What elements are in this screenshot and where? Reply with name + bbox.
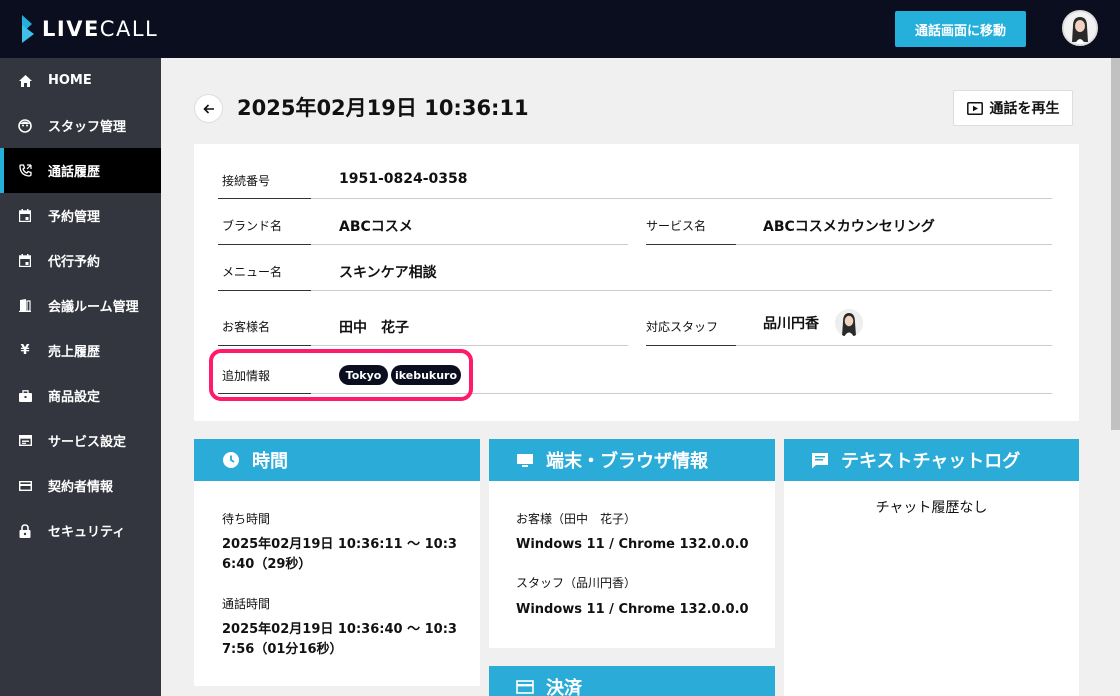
customer-device-label: お客様（田中 花子）	[516, 512, 637, 526]
arrow-left-icon	[202, 103, 214, 114]
lock-icon	[17, 523, 33, 539]
chat-icon	[811, 451, 829, 469]
connection-number-value: 1951-0824-0358	[339, 171, 468, 187]
door-icon	[17, 298, 33, 314]
brand-name-label: ブランド名	[222, 219, 283, 233]
sidebar-item-reservations[interactable]: 予約管理	[0, 193, 161, 238]
customer-name-value: 田中 花子	[339, 320, 409, 336]
service-name-value: ABCコスメカウンセリング	[763, 219, 935, 235]
sidebar-item-staff[interactable]: スタッフ管理	[0, 103, 161, 148]
replay-call-button[interactable]: 通話を再生	[953, 90, 1073, 126]
wait-time-value-line1: 2025年02月19日 10:36:11 〜 10:3	[222, 537, 457, 552]
sidebar-item-label: スタッフ管理	[48, 120, 127, 135]
menu-name-label: メニュー名	[222, 265, 283, 279]
sidebar-item-label: 商品設定	[48, 390, 101, 405]
menu-name-value: スキンケア相談	[339, 265, 437, 281]
home-icon	[17, 73, 33, 89]
monitor-icon	[516, 451, 534, 469]
staff-device-label: スタッフ（品川円香）	[516, 576, 637, 590]
sidebar-item-meeting-rooms[interactable]: 会議ルーム管理	[0, 283, 161, 328]
highlight-outline	[209, 349, 473, 401]
calendar-icon	[17, 253, 33, 269]
sidebar-item-label: 代行予約	[48, 255, 101, 270]
divider	[218, 345, 311, 346]
logo[interactable]: LIVECALL	[20, 13, 158, 45]
customer-device-value: Windows 11 / Chrome 132.0.0.0	[516, 537, 749, 552]
wait-time-value-line2: 6:40（29秒）	[222, 557, 312, 572]
divider	[218, 198, 311, 199]
yen-icon: ¥	[20, 343, 30, 358]
sidebar-item-label: HOME	[48, 73, 92, 88]
staff-value: 品川円香	[763, 316, 819, 332]
staff-device-value: Windows 11 / Chrome 132.0.0.0	[516, 602, 749, 617]
page-title: 2025年02月19日 10:36:11	[237, 96, 529, 120]
logo-text: LIVECALL	[42, 17, 159, 41]
clock-icon	[222, 451, 240, 469]
sidebar-item-label: 通話履歴	[48, 165, 101, 180]
credit-card-icon	[516, 678, 534, 696]
divider	[646, 345, 736, 346]
page-scrollbar[interactable]	[1111, 58, 1120, 696]
user-avatar[interactable]	[1062, 10, 1098, 46]
call-time-value-line1: 2025年02月19日 10:36:40 〜 10:3	[222, 622, 457, 637]
device-panel-title: 端末・ブラウザ情報	[546, 451, 708, 472]
staff-label: 対応スタッフ	[646, 320, 719, 334]
sidebar-item-proxy-booking[interactable]: 代行予約	[0, 238, 161, 283]
card-icon	[17, 478, 33, 494]
divider	[736, 345, 1052, 346]
sidebar-item-label: セキュリティ	[48, 525, 126, 540]
sidebar-item-call-history[interactable]: 通話履歴	[0, 148, 161, 193]
sidebar-item-home[interactable]: HOME	[0, 58, 161, 103]
divider	[218, 244, 311, 245]
sidebar-item-contract-info[interactable]: 契約者情報	[0, 463, 161, 508]
sidebar-item-label: 契約者情報	[48, 480, 114, 495]
call-time-value-line2: 7:56（01分16秒）	[222, 642, 343, 657]
sidebar-item-label: サービス設定	[48, 435, 127, 450]
sidebar-item-product-settings[interactable]: 商品設定	[0, 373, 161, 418]
sidebar-item-label: 売上履歴	[48, 345, 101, 360]
top-bar: LIVECALL 通話画面に移動	[0, 0, 1120, 58]
sidebar-item-sales-history[interactable]: ¥ 売上履歴	[0, 328, 161, 373]
customer-name-label: お客様名	[222, 320, 271, 334]
divider	[646, 244, 736, 245]
chat-empty-text: チャット履歴なし	[875, 500, 988, 516]
time-panel-header: 時間	[194, 439, 480, 481]
payment-panel-title: 決済	[546, 678, 582, 696]
divider	[218, 290, 311, 291]
divider	[311, 244, 628, 245]
divider	[311, 290, 1052, 291]
time-panel-title: 時間	[252, 451, 288, 472]
divider	[311, 345, 628, 346]
sidebar-item-security[interactable]: セキュリティ	[0, 508, 161, 553]
phone-icon	[17, 163, 33, 179]
brand-name-value: ABCコスメ	[339, 219, 413, 235]
briefcase-icon	[17, 388, 33, 404]
sidebar-item-label: 会議ルーム管理	[48, 300, 139, 315]
connection-number-label: 接続番号	[222, 174, 271, 188]
divider	[311, 198, 1052, 199]
logo-icon	[22, 15, 34, 43]
sidebar: HOME スタッフ管理 通話履歴 予約管理 代行予約 会議ルーム管理 ¥ 売上履…	[0, 58, 161, 696]
payment-panel-header: 決済	[489, 666, 775, 696]
replay-call-label: 通話を再生	[989, 101, 1060, 117]
divider	[736, 244, 1052, 245]
service-name-label: サービス名	[646, 219, 707, 233]
scrollbar-thumb[interactable]	[1111, 58, 1120, 430]
call-time-label: 通話時間	[222, 597, 271, 611]
staff-icon	[17, 118, 33, 134]
sidebar-item-label: 予約管理	[48, 210, 101, 225]
sidebar-item-service-settings[interactable]: サービス設定	[0, 418, 161, 463]
calendar-icon	[17, 208, 33, 224]
play-video-icon	[966, 101, 983, 115]
chat-panel-title: テキストチャットログ	[841, 451, 1021, 472]
device-panel-body	[489, 481, 775, 648]
move-to-call-screen-button[interactable]: 通話画面に移動	[895, 11, 1026, 47]
chat-panel-header: テキストチャットログ	[784, 439, 1079, 481]
service-icon	[17, 433, 33, 449]
back-button[interactable]	[194, 94, 223, 123]
wait-time-label: 待ち時間	[222, 512, 271, 526]
device-panel-header: 端末・ブラウザ情報	[489, 439, 775, 481]
staff-avatar	[835, 309, 863, 337]
